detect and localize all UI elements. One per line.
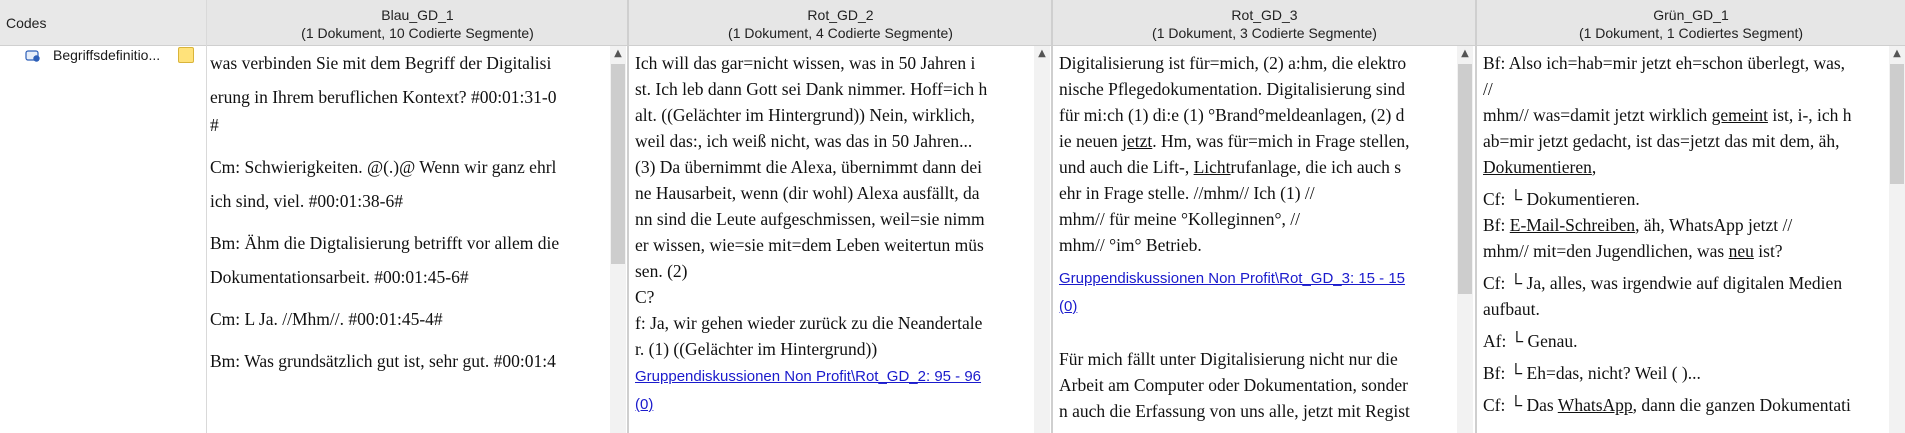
code-row-begriffsdefinition[interactable]: Begriffsdefinitio... <box>0 46 206 66</box>
column-subtitle: (1 Dokument, 10 Codierte Segmente) <box>301 25 534 41</box>
column-header[interactable]: Rot_GD_2 (1 Dokument, 4 Codierte Segment… <box>629 0 1052 46</box>
scrollbar[interactable]: ▲ <box>1034 46 1050 433</box>
text-line: Ich will das gar=nicht wissen, was in 50… <box>635 53 976 73</box>
text-line: Bf: └ Eh=das, nicht? Weil ( )... <box>1483 363 1701 383</box>
text-line: # <box>210 115 219 135</box>
text-line: ne Hausarbeit, wenn (dir wohl) Alexa aus… <box>635 183 980 203</box>
text-line: sen. (2) <box>635 261 688 281</box>
segment-weight-link[interactable]: (0) <box>1059 298 1077 315</box>
text-line: Digitalisierung ist für=mich, (2) a:hm, … <box>1059 53 1407 73</box>
text-line: ie neuen jetzt. Hm, was für=mich in Frag… <box>1059 131 1410 151</box>
text-line: alt. ((Gelächter im Hintergrund)) Nein, … <box>635 105 975 125</box>
scrollbar[interactable]: ▲ <box>610 46 626 433</box>
text-line: mhm// für meine °Kolleginnen°, // <box>1059 209 1300 229</box>
column-gruen-gd-1: Grün_GD_1 (1 Dokument, 1 Codiertes Segme… <box>1477 0 1905 433</box>
scrollbar[interactable]: ▲ <box>1889 46 1905 433</box>
text-line: Bm: Was grundsätzlich gut ist, sehr gut.… <box>210 351 556 371</box>
text-line: weil das:, ich weiß nicht, was das in 50… <box>635 131 973 151</box>
text-line: aufbaut. <box>1483 299 1540 319</box>
text-line: mhm// mit=den Jugendlichen, was neu ist? <box>1483 241 1783 261</box>
segment-source-link[interactable]: Gruppendiskussionen Non Profit\Rot_GD_3:… <box>1059 270 1405 287</box>
column-title: Grün_GD_1 <box>1653 7 1729 23</box>
scroll-thumb[interactable] <box>1890 64 1904 184</box>
scroll-thumb[interactable] <box>611 64 625 264</box>
column-rot-gd-3: Rot_GD_3 (1 Dokument, 3 Codierte Segment… <box>1053 0 1476 433</box>
text-line: f: Ja, wir gehen wieder zurück zu die Ne… <box>635 313 983 333</box>
scrollbar[interactable]: ▲ <box>1457 46 1473 433</box>
segment-weight-link[interactable]: (0) <box>635 396 653 413</box>
text-line: erung in Ihrem beruflichen Kontext? #00:… <box>210 87 557 107</box>
codes-panel: Codes Begriffsdefinitio... <box>0 0 207 433</box>
text-line: Cm: L Ja. //Mhm//. #00:01:45-4# <box>210 309 443 329</box>
column-subtitle: (1 Dokument, 4 Codierte Segmente) <box>728 25 953 41</box>
column-title: Rot_GD_3 <box>1231 7 1298 23</box>
column-header[interactable]: Grün_GD_1 (1 Dokument, 1 Codiertes Segme… <box>1477 0 1905 46</box>
text-line: mhm// °im° Betrieb. <box>1059 235 1202 255</box>
text-line: Bf: Also ich=hab=mir jetzt eh=schon über… <box>1483 53 1846 73</box>
scroll-up-icon[interactable]: ▲ <box>1889 48 1905 60</box>
text-line: Dokumentationsarbeit. #00:01:45-6# <box>210 267 469 287</box>
text-line: Bm: Ähm die Digtalisierung betrifft vor … <box>210 233 560 253</box>
text-line: was verbinden Sie mit dem Begriff der Di… <box>210 53 552 73</box>
segment-text[interactable]: Digitalisierung ist für=mich, (2) a:hm, … <box>1053 46 1457 433</box>
text-line: st. Ich leb dann Gott sei Dank nimmer. H… <box>635 79 988 99</box>
text-line: er wissen, wie=sie mit=dem Leben weitert… <box>635 235 984 255</box>
column-rot-gd-2: Rot_GD_2 (1 Dokument, 4 Codierte Segment… <box>629 0 1052 433</box>
text-line: Af: └ Genau. <box>1483 331 1578 351</box>
text-line: Cf: └ Dokumentieren. <box>1483 189 1640 209</box>
text-line: // <box>1483 79 1493 99</box>
codes-header: Codes <box>0 0 206 46</box>
segment-text[interactable]: was verbinden Sie mit dem Begriff der Di… <box>207 46 608 433</box>
scroll-up-icon[interactable]: ▲ <box>1034 48 1050 60</box>
text-line: Für mich fällt unter Digitalisierung nic… <box>1059 349 1398 369</box>
code-icon <box>25 50 40 62</box>
scroll-up-icon[interactable]: ▲ <box>610 48 626 60</box>
text-line: mhm// was=damit jetzt wirklich gemeint i… <box>1483 105 1852 125</box>
scroll-up-icon[interactable]: ▲ <box>1457 48 1473 60</box>
text-line: Cm: Schwierigkeiten. @(.)@ Wenn wir ganz… <box>210 157 557 177</box>
column-subtitle: (1 Dokument, 3 Codierte Segmente) <box>1152 25 1377 41</box>
text-line: nische Pflegedokumentation. Digitalisier… <box>1059 79 1406 99</box>
text-line: Dokumentieren, <box>1483 157 1597 177</box>
column-blau-gd-1: Blau_GD_1 (1 Dokument, 10 Codierte Segme… <box>207 0 628 433</box>
text-line: ich sind, viel. #00:01:38-6# <box>210 191 403 211</box>
column-header[interactable]: Blau_GD_1 (1 Dokument, 10 Codierte Segme… <box>207 0 628 46</box>
text-line: r. (1) ((Gelächter im Hintergrund)) <box>635 339 878 359</box>
memo-icon[interactable] <box>178 47 194 63</box>
segment-source-link[interactable]: Gruppendiskussionen Non Profit\Rot_GD_2:… <box>635 368 981 385</box>
text-line: C? <box>635 287 655 307</box>
column-title: Blau_GD_1 <box>381 7 454 23</box>
text-line: ab=mir jetzt gedacht, ist das=jetzt das … <box>1483 131 1840 151</box>
column-title: Rot_GD_2 <box>807 7 874 23</box>
text-line: und auch die Lift-, Lichtrufanlage, die … <box>1059 157 1402 177</box>
text-line: nn sind die Leute aufgeschmissen, weil=s… <box>635 209 985 229</box>
text-line: Cf: └ Ja, alles, was irgendwie auf digit… <box>1483 273 1843 293</box>
code-label: Begriffsdefinitio... <box>53 47 161 63</box>
scroll-thumb[interactable] <box>1458 64 1472 294</box>
text-line: Bf: E-Mail-Schreiben, äh, WhatsApp jetzt… <box>1483 215 1793 235</box>
column-header[interactable]: Rot_GD_3 (1 Dokument, 3 Codierte Segment… <box>1053 0 1476 46</box>
segment-text[interactable]: Bf: Also ich=hab=mir jetzt eh=schon über… <box>1477 46 1889 433</box>
text-line: Arbeit am Computer oder Dokumentation, s… <box>1059 375 1408 395</box>
text-line: (3) Da übernimmt die Alexa, übernimmt da… <box>635 157 982 177</box>
segment-text[interactable]: Ich will das gar=nicht wissen, was in 50… <box>629 46 1033 433</box>
text-line: Cf: └ Das WhatsApp, dann die ganzen Doku… <box>1483 395 1851 415</box>
text-line: ehr in Frage stelle. //mhm// Ich (1) // <box>1059 183 1315 203</box>
text-line: n auch die Erfassung von uns alle, jetzt… <box>1059 401 1410 421</box>
text-line: für mi:ch (1) di:e (1) °Brand°meldeanlag… <box>1059 105 1405 125</box>
column-subtitle: (1 Dokument, 1 Codiertes Segment) <box>1578 25 1804 41</box>
